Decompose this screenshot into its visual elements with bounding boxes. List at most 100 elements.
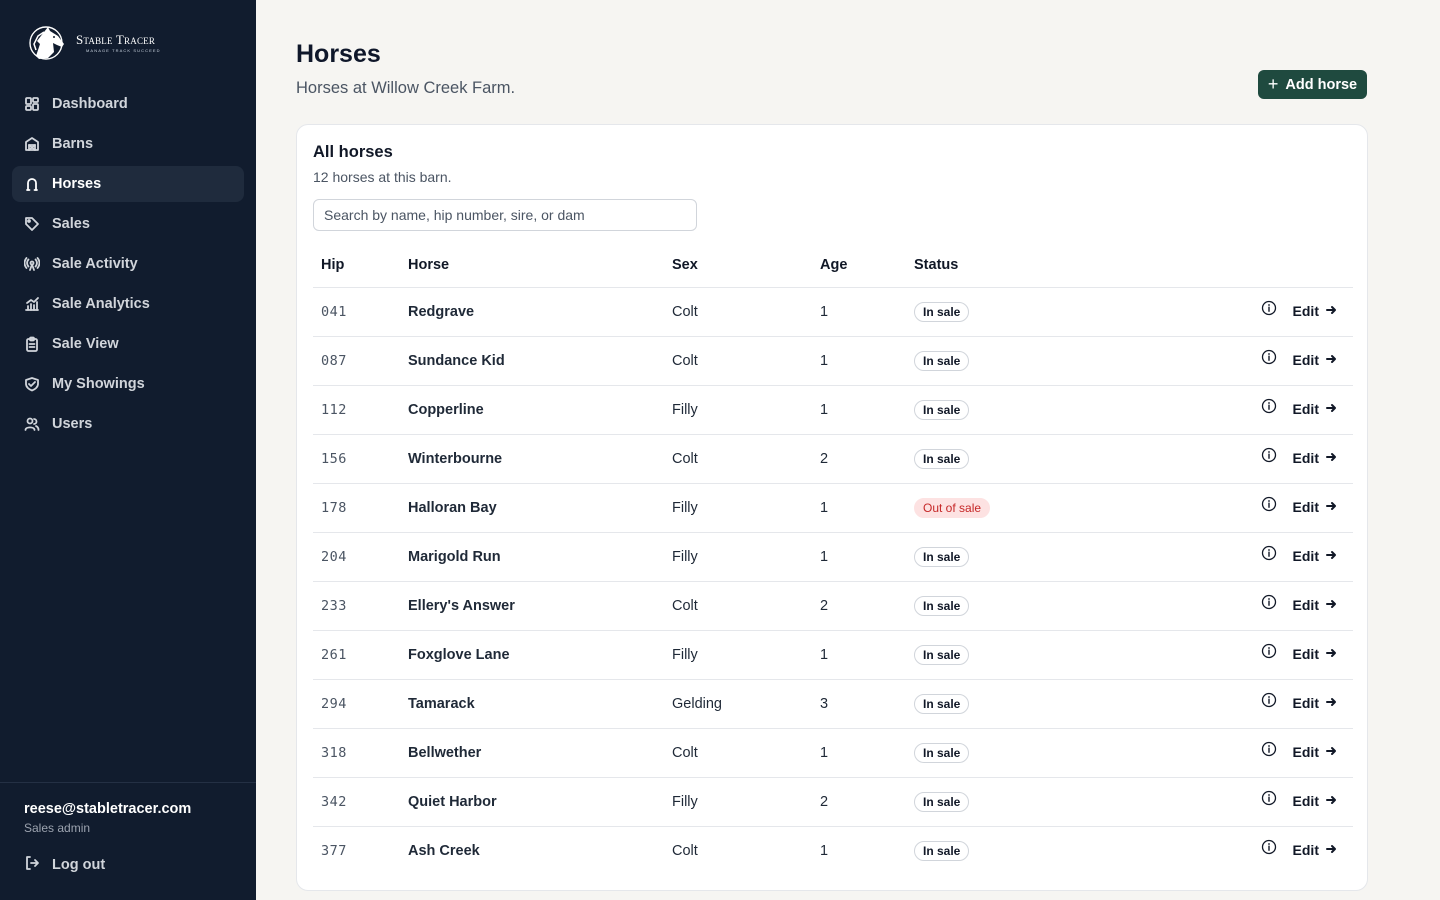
age-cell: 1 (820, 287, 914, 337)
hip-cell: 261 (313, 630, 408, 680)
status-cell: In sale (914, 532, 1214, 582)
info-icon[interactable] (1261, 496, 1277, 512)
actions-cell: Edit (1214, 728, 1353, 778)
hip-cell: 112 (313, 385, 408, 435)
table-row[interactable]: 342 Quiet Harbor Filly 2 In sale Edit (313, 777, 1353, 827)
age-cell: 1 (820, 532, 914, 582)
users-icon (24, 416, 40, 432)
sidebar-item-dashboard[interactable]: Dashboard (12, 86, 244, 122)
edit-label: Edit (1292, 352, 1319, 368)
info-icon[interactable] (1261, 839, 1277, 855)
brand-name: Stable Tracer (76, 32, 156, 47)
add-horse-label: Add horse (1285, 76, 1358, 93)
actions-cell: Edit (1214, 434, 1353, 484)
age-cell: 1 (820, 483, 914, 533)
sidebar-footer: reese@stabletracer.com Sales admin Log o… (0, 782, 256, 900)
edit-link[interactable]: Edit (1293, 842, 1337, 858)
table-row[interactable]: 261 Foxglove Lane Filly 1 In sale Edit (313, 630, 1353, 680)
column-header-sex[interactable]: Sex (672, 243, 820, 288)
info-icon[interactable] (1261, 349, 1277, 365)
plus-icon: + (1267, 73, 1279, 94)
status-cell: In sale (914, 336, 1214, 386)
edit-link[interactable]: Edit (1293, 548, 1337, 564)
table-row[interactable]: 156 Winterbourne Colt 2 In sale Edit (313, 434, 1353, 484)
sidebar-item-sale-analytics[interactable]: Sale Analytics (12, 286, 244, 322)
table-row[interactable]: 204 Marigold Run Filly 1 In sale Edit (313, 532, 1353, 582)
edit-link[interactable]: Edit (1293, 450, 1337, 466)
sex-cell: Colt (672, 581, 820, 631)
info-icon[interactable] (1261, 790, 1277, 806)
info-icon[interactable] (1261, 545, 1277, 561)
edit-link[interactable]: Edit (1293, 646, 1337, 662)
table-header-row: Hip Horse Sex Age Status (313, 243, 1353, 288)
info-icon[interactable] (1261, 398, 1277, 414)
actions-cell: Edit (1214, 581, 1353, 631)
status-cell: In sale (914, 777, 1214, 827)
hip-cell: 233 (313, 581, 408, 631)
add-horse-button[interactable]: + Add horse (1258, 70, 1367, 99)
column-header-horse[interactable]: Horse (408, 243, 672, 288)
sex-cell: Colt (672, 728, 820, 778)
sex-cell: Colt (672, 336, 820, 386)
status-cell: In sale (914, 434, 1214, 484)
table-row[interactable]: 112 Copperline Filly 1 In sale Edit (313, 385, 1353, 435)
edit-link[interactable]: Edit (1293, 401, 1337, 417)
status-badge: In sale (914, 448, 970, 469)
search-input[interactable] (313, 199, 697, 231)
actions-cell: Edit (1214, 777, 1353, 827)
table-row[interactable]: 377 Ash Creek Colt 1 In sale Edit (313, 826, 1353, 875)
arrow-right-icon (1319, 646, 1337, 662)
sidebar-item-barns[interactable]: Barns (12, 126, 244, 162)
edit-link[interactable]: Edit (1293, 597, 1337, 613)
edit-link[interactable]: Edit (1293, 303, 1337, 319)
table-row[interactable]: 041 Redgrave Colt 1 In sale Edit (313, 287, 1353, 337)
status-cell: Out of sale (914, 483, 1214, 533)
horse-name-cell: Ash Creek (408, 842, 480, 859)
edit-link[interactable]: Edit (1293, 695, 1337, 711)
hip-cell: 178 (313, 483, 408, 533)
info-icon[interactable] (1261, 692, 1277, 708)
horse-name-cell: Sundance Kid (408, 336, 672, 386)
handshake-icon (24, 376, 40, 392)
sex-cell: Filly (672, 385, 820, 435)
status-badge: In sale (914, 595, 970, 616)
broadcast-icon (24, 256, 40, 272)
age-cell: 2 (820, 777, 914, 827)
table-row[interactable]: 233 Ellery's Answer Colt 2 In sale Edit (313, 581, 1353, 631)
info-icon[interactable] (1261, 447, 1277, 463)
sidebar-item-sales[interactable]: Sales (12, 206, 244, 242)
table-row[interactable]: 318 Bellwether Colt 1 In sale Edit (313, 728, 1353, 778)
horse-name-cell: Halloran Bay (408, 483, 672, 533)
sidebar-item-horses[interactable]: Horses (12, 166, 244, 202)
status-cell: In sale (914, 581, 1214, 631)
hip-cell: 342 (313, 777, 408, 827)
table-row[interactable]: 294 Tamarack Gelding 3 In sale Edit (313, 679, 1353, 729)
arrow-right-icon (1319, 744, 1337, 760)
logout-button[interactable]: Log out (24, 855, 105, 875)
sidebar-item-sale-activity[interactable]: Sale Activity (12, 246, 244, 282)
column-header-hip[interactable]: Hip (313, 243, 408, 288)
horses-table: Hip Horse Sex Age Status 041 Redgrave Colt… (313, 243, 1353, 875)
edit-link[interactable]: Edit (1293, 352, 1337, 368)
edit-link[interactable]: Edit (1293, 744, 1337, 760)
table-row[interactable]: 087 Sundance Kid Colt 1 In sale Edit (313, 336, 1353, 386)
barn-icon (24, 136, 40, 152)
hip-cell: 156 (313, 434, 408, 484)
info-icon[interactable] (1261, 300, 1277, 316)
info-icon[interactable] (1261, 594, 1277, 610)
info-icon[interactable] (1261, 741, 1277, 757)
info-icon[interactable] (1261, 643, 1277, 659)
status-badge: In sale (914, 644, 970, 665)
sidebar-item-my-showings[interactable]: My Showings (12, 366, 244, 402)
arrow-right-icon (1319, 548, 1337, 564)
edit-link[interactable]: Edit (1293, 793, 1337, 809)
column-header-status[interactable]: Status (914, 243, 1214, 288)
arrow-right-icon (1319, 695, 1337, 711)
edit-link[interactable]: Edit (1293, 499, 1337, 515)
brand-logo[interactable]: Stable Tracer Manage Track Succeed (24, 22, 161, 64)
table-row[interactable]: 178 Halloran Bay Filly 1 Out of sale Edit (313, 483, 1353, 533)
status-badge: Out of sale (914, 497, 991, 518)
sidebar-item-users[interactable]: Users (12, 406, 244, 442)
sidebar-item-sale-view[interactable]: Sale View (12, 326, 244, 362)
column-header-age[interactable]: Age (820, 243, 914, 288)
